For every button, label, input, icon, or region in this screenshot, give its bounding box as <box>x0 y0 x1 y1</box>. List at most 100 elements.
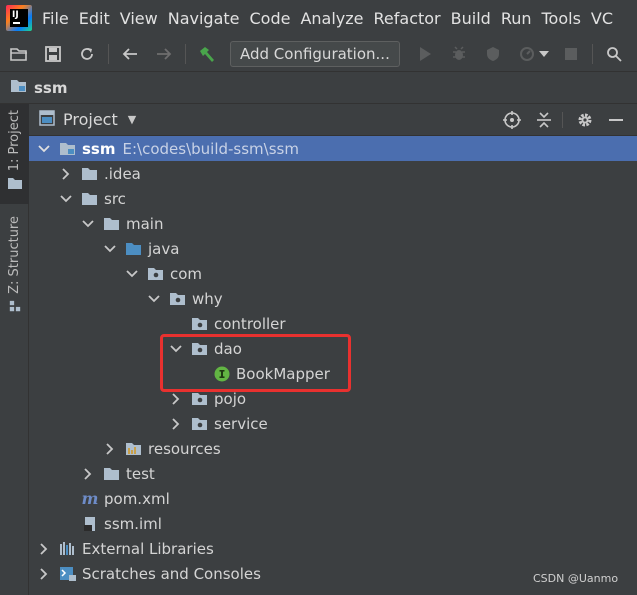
chevron-right-icon[interactable] <box>169 417 183 431</box>
debug-icon[interactable] <box>448 43 470 65</box>
chevron-right-icon[interactable] <box>169 392 183 406</box>
menu-tools[interactable]: Tools <box>542 9 581 28</box>
tree-item-main[interactable]: main <box>29 211 637 236</box>
chevron-down-icon[interactable] <box>125 267 139 281</box>
menu-refactor[interactable]: Refactor <box>374 9 441 28</box>
folder-icon <box>81 191 99 207</box>
chevron-down-icon[interactable] <box>59 192 73 206</box>
menu-navigate[interactable]: Navigate <box>168 9 240 28</box>
tree-item-label: External Libraries <box>82 539 214 558</box>
toolbar-separator <box>108 43 109 64</box>
gear-icon[interactable] <box>574 109 596 131</box>
chevron-down-icon[interactable] <box>103 242 117 256</box>
chevron-down-icon[interactable] <box>81 217 95 231</box>
folder-icon <box>103 466 121 482</box>
tab-project-label: 1: Project <box>7 110 22 172</box>
tree-item-test[interactable]: test <box>29 461 637 486</box>
search-everywhere-icon[interactable] <box>603 43 625 65</box>
back-arrow-icon[interactable] <box>119 43 141 65</box>
tree-item-external-libraries[interactable]: External Libraries <box>29 536 637 561</box>
tree-item-label: service <box>214 414 268 433</box>
tree-item-label: BookMapper <box>236 364 330 383</box>
open-folder-icon[interactable] <box>8 43 30 65</box>
menu-build[interactable]: Build <box>451 9 491 28</box>
forward-arrow-icon[interactable] <box>153 43 175 65</box>
chevron-right-icon[interactable] <box>59 167 73 181</box>
folder-icon <box>81 166 99 182</box>
chevron-down-icon[interactable]: ▼ <box>128 113 136 126</box>
add-configuration-button[interactable]: Add Configuration... <box>230 40 400 67</box>
maven-icon: m <box>81 489 99 508</box>
chevron-down-icon[interactable] <box>538 43 550 65</box>
coverage-icon[interactable] <box>482 43 504 65</box>
chevron-down-icon[interactable] <box>169 342 183 356</box>
tree-item-pojo[interactable]: pojo <box>29 386 637 411</box>
tree-item-com[interactable]: com <box>29 261 637 286</box>
tree-item-label: resources <box>148 439 221 458</box>
structure-icon <box>9 300 20 312</box>
profile-icon[interactable] <box>516 43 538 65</box>
chevron-right-icon[interactable] <box>81 467 95 481</box>
tree-item-bookmapper[interactable]: BookMapper <box>29 361 637 386</box>
iml-file-icon <box>81 516 99 532</box>
chevron-down-icon[interactable] <box>37 142 51 156</box>
project-panel-header: Project ▼ <box>29 104 637 136</box>
hide-panel-icon[interactable] <box>605 109 627 131</box>
breadcrumb-project[interactable]: ssm <box>34 79 68 97</box>
package-icon <box>191 391 209 407</box>
tree-item-label: why <box>192 289 223 308</box>
package-icon <box>169 291 187 307</box>
menu-view[interactable]: View <box>120 9 158 28</box>
menu-vcs[interactable]: VC <box>591 9 613 28</box>
tree-item-label: pojo <box>214 389 247 408</box>
tree-item-label: dao <box>214 339 242 358</box>
tree-item-idea[interactable]: .idea <box>29 161 637 186</box>
header-separator <box>562 112 563 128</box>
tree-item-label: src <box>104 189 126 208</box>
source-folder-icon <box>125 241 143 257</box>
locate-target-icon[interactable] <box>501 109 523 131</box>
chevron-down-icon[interactable] <box>147 292 161 306</box>
menu-edit[interactable]: Edit <box>79 9 110 28</box>
package-icon <box>191 416 209 432</box>
menu-file[interactable]: File <box>42 9 69 28</box>
tab-project[interactable]: 1: Project <box>0 104 29 204</box>
tree-item-ssm[interactable]: ssm E:\codes\build-ssm\ssm <box>29 136 637 161</box>
main-toolbar: Add Configuration... <box>0 36 637 72</box>
tree-item-dao[interactable]: dao <box>29 336 637 361</box>
chevron-right-icon[interactable] <box>103 442 117 456</box>
chevron-right-icon[interactable] <box>37 567 51 581</box>
tree-item-controller[interactable]: controller <box>29 311 637 336</box>
project-tool-window: Project ▼ ssm E:\codes\build-ssm\ssm .id… <box>29 104 637 595</box>
chevron-right-icon[interactable] <box>37 542 51 556</box>
left-tool-window-strip: 1: Project Z: Structure <box>0 104 29 595</box>
sync-icon[interactable] <box>76 43 98 65</box>
tab-structure[interactable]: Z: Structure <box>0 212 29 312</box>
watermark: CSDN @Uanmo <box>533 572 619 585</box>
tree-item-resources[interactable]: resources <box>29 436 637 461</box>
tab-structure-label: Z: Structure <box>7 216 22 294</box>
save-icon[interactable] <box>42 43 64 65</box>
toolbar-separator <box>185 43 186 64</box>
tree-item-src[interactable]: src <box>29 186 637 211</box>
tree-item-ssm-iml[interactable]: ssm.iml <box>29 511 637 536</box>
tree-item-pom-xml[interactable]: m pom.xml <box>29 486 637 511</box>
tree-item-service[interactable]: service <box>29 411 637 436</box>
collapse-all-icon[interactable] <box>533 109 555 131</box>
tree-item-java[interactable]: java <box>29 236 637 261</box>
tree-item-label: .idea <box>104 164 141 183</box>
menu-bar: IJ File Edit View Navigate Code Analyze … <box>0 0 637 36</box>
tree-item-label: com <box>170 264 203 283</box>
module-folder-icon <box>10 78 28 97</box>
folder-icon <box>103 216 121 232</box>
project-tree: ssm E:\codes\build-ssm\ssm .idea src mai… <box>29 136 637 586</box>
menu-analyze[interactable]: Analyze <box>300 9 363 28</box>
menu-run[interactable]: Run <box>501 9 532 28</box>
stop-icon[interactable] <box>560 43 582 65</box>
build-hammer-icon[interactable] <box>196 43 218 65</box>
project-view-selector[interactable]: Project <box>63 110 118 129</box>
run-icon[interactable] <box>414 43 436 65</box>
tree-item-why[interactable]: why <box>29 286 637 311</box>
tree-item-label: ssm.iml <box>104 514 162 533</box>
menu-code[interactable]: Code <box>250 9 291 28</box>
